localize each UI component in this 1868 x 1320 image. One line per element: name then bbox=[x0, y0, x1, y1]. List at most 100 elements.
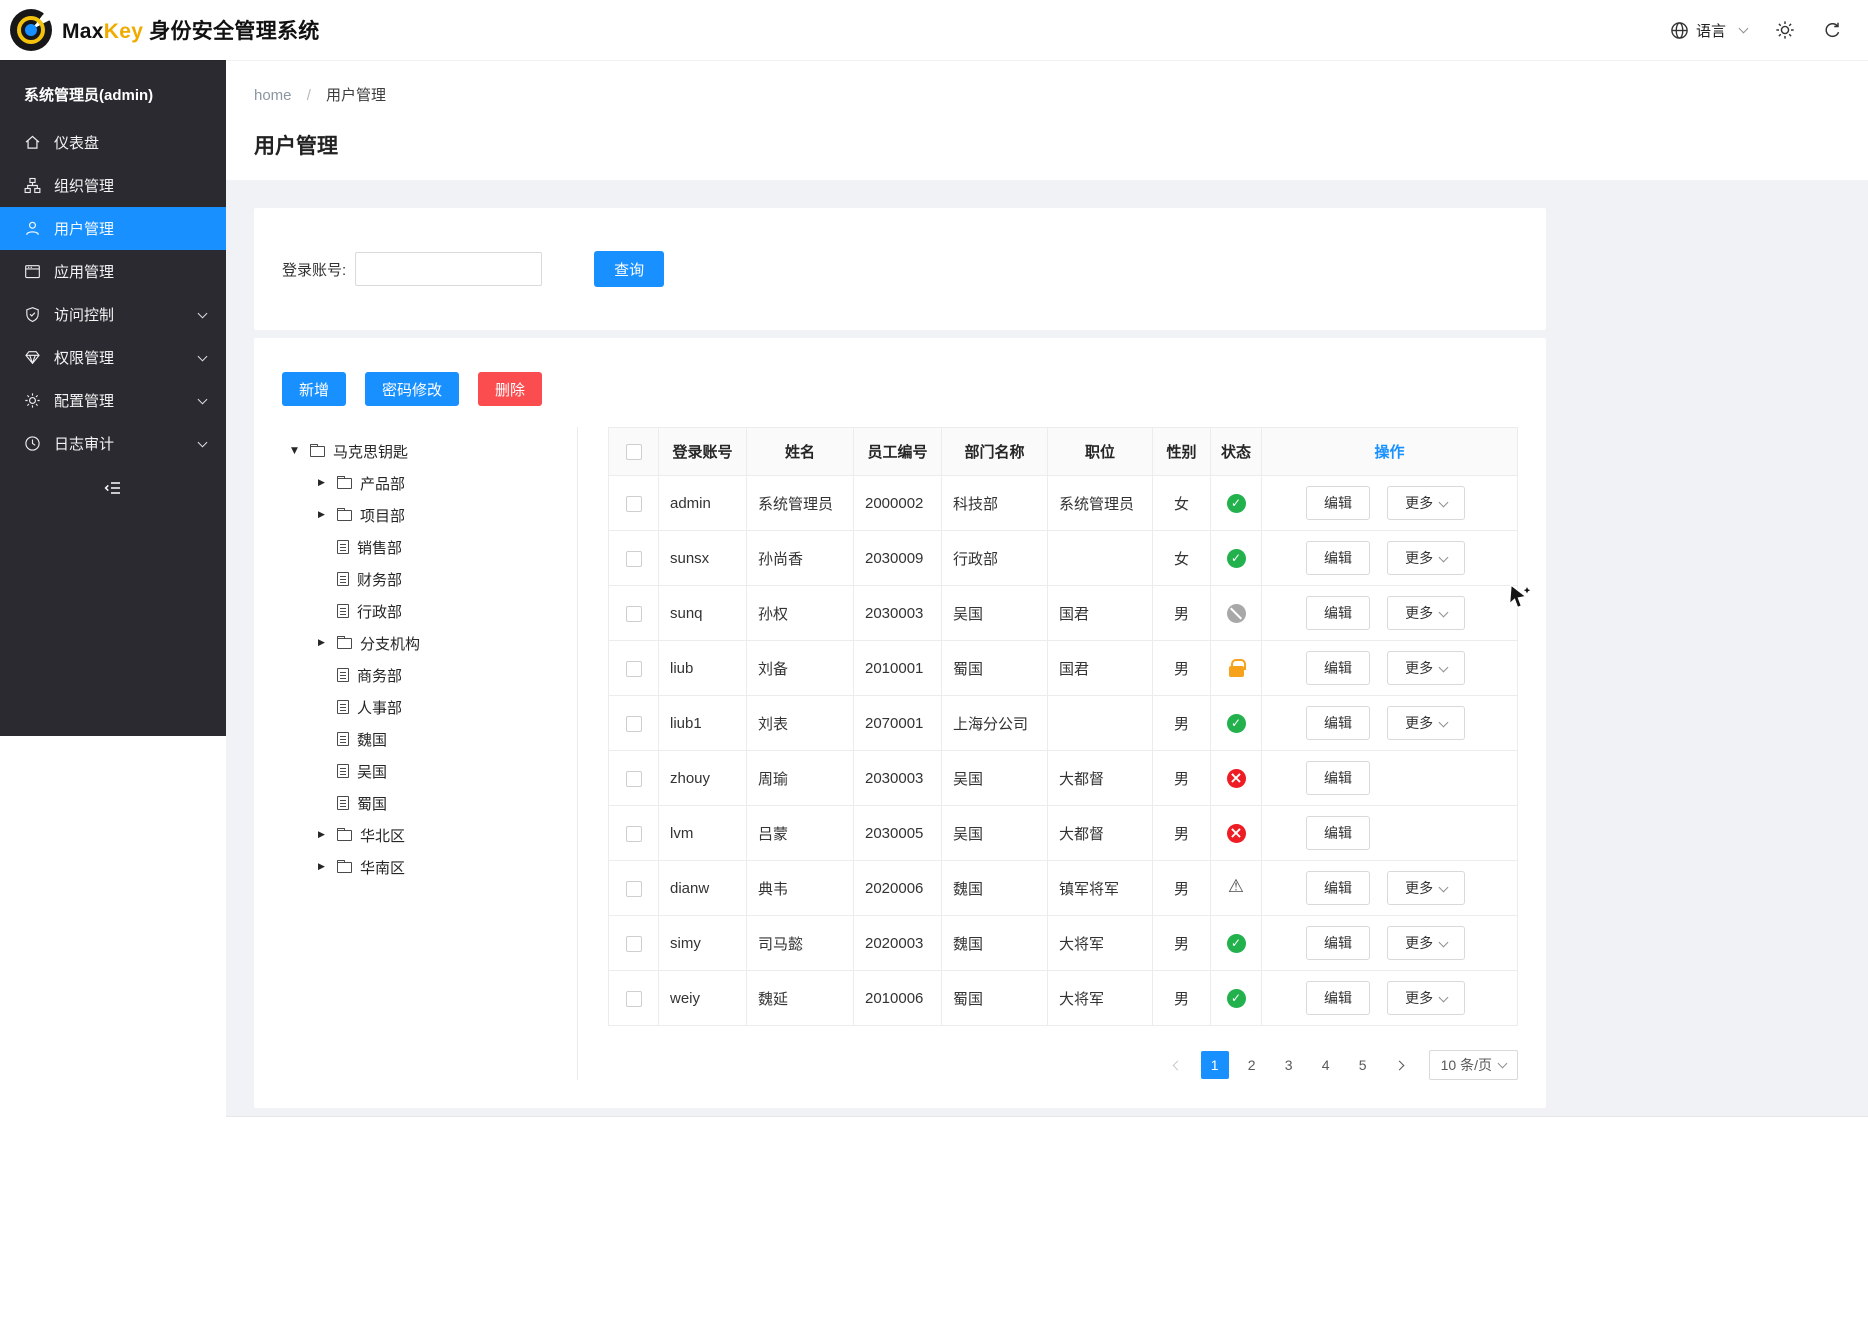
edit-button[interactable]: 编辑 bbox=[1306, 981, 1370, 1015]
edit-button[interactable]: 编辑 bbox=[1306, 706, 1370, 740]
cell-department: 吴国 bbox=[942, 586, 1048, 641]
cell-gender: 男 bbox=[1153, 751, 1211, 806]
edit-button[interactable]: 编辑 bbox=[1306, 596, 1370, 630]
sidebar-item-applications[interactable]: 应用管理 bbox=[0, 250, 226, 293]
select-all-checkbox[interactable] bbox=[626, 444, 642, 460]
settings-gear-icon[interactable] bbox=[1775, 20, 1795, 40]
tree-node[interactable]: 商务部 bbox=[254, 659, 577, 691]
col-header-department: 部门名称 bbox=[942, 428, 1048, 476]
tree-node[interactable]: 产品部 bbox=[254, 467, 577, 499]
cell-employee-id: 2000002 bbox=[854, 476, 942, 531]
edit-button[interactable]: 编辑 bbox=[1306, 816, 1370, 850]
tree-node[interactable]: 华北区 bbox=[254, 819, 577, 851]
edit-button[interactable]: 编辑 bbox=[1306, 761, 1370, 795]
cell-employee-id: 2030003 bbox=[854, 751, 942, 806]
row-checkbox[interactable] bbox=[626, 936, 642, 952]
edit-button[interactable]: 编辑 bbox=[1306, 926, 1370, 960]
more-button[interactable]: 更多 bbox=[1387, 651, 1465, 685]
app-title: MaxKey身份安全管理系统 bbox=[62, 15, 320, 45]
sidebar-item-audit[interactable]: 日志审计 bbox=[0, 422, 226, 465]
more-button[interactable]: 更多 bbox=[1387, 926, 1465, 960]
top-bar-actions: 语言 bbox=[1670, 20, 1842, 41]
cell-gender: 男 bbox=[1153, 696, 1211, 751]
expander-icon[interactable] bbox=[318, 862, 336, 872]
tree-node[interactable]: 财务部 bbox=[254, 563, 577, 595]
row-checkbox[interactable] bbox=[626, 496, 642, 512]
folder-icon bbox=[337, 510, 352, 521]
tree-node-root[interactable]: 马克思钥匙 bbox=[254, 435, 577, 467]
change-password-button[interactable]: 密码修改 bbox=[365, 372, 459, 406]
more-button[interactable]: 更多 bbox=[1387, 596, 1465, 630]
tree-node[interactable]: 蜀国 bbox=[254, 787, 577, 819]
add-button[interactable]: 新增 bbox=[282, 372, 346, 406]
sidebar-item-configuration[interactable]: 配置管理 bbox=[0, 379, 226, 422]
expander-icon[interactable] bbox=[291, 446, 309, 456]
row-checkbox[interactable] bbox=[626, 881, 642, 897]
sidebar-item-permissions[interactable]: 权限管理 bbox=[0, 336, 226, 379]
row-checkbox[interactable] bbox=[626, 661, 642, 677]
row-checkbox[interactable] bbox=[626, 991, 642, 1007]
sidebar: 系统管理员(admin) 仪表盘 组织管理 用户管理 应用管理 访问控制 bbox=[0, 60, 226, 736]
cell-department: 蜀国 bbox=[942, 641, 1048, 696]
cell-name: 孙尚香 bbox=[747, 531, 854, 586]
expander-icon[interactable] bbox=[318, 638, 336, 648]
edit-button[interactable]: 编辑 bbox=[1306, 871, 1370, 905]
user-management-panel: 新增 密码修改 删除 马克思钥匙 产品部 项目部 销售部 财务部 行政部 分支机… bbox=[254, 338, 1546, 1108]
page-button-5[interactable]: 5 bbox=[1349, 1051, 1377, 1079]
tree-node[interactable]: 华南区 bbox=[254, 851, 577, 883]
sidebar-item-access-control[interactable]: 访问控制 bbox=[0, 293, 226, 336]
cell-name: 刘备 bbox=[747, 641, 854, 696]
tree-node[interactable]: 人事部 bbox=[254, 691, 577, 723]
refresh-icon[interactable] bbox=[1823, 21, 1842, 40]
expander-icon[interactable] bbox=[318, 830, 336, 840]
chevron-down-icon bbox=[198, 438, 208, 448]
more-button[interactable]: 更多 bbox=[1387, 706, 1465, 740]
language-menu[interactable]: 语言 bbox=[1670, 20, 1747, 41]
cell-department: 蜀国 bbox=[942, 971, 1048, 1026]
row-checkbox[interactable] bbox=[626, 551, 642, 567]
page-button-1[interactable]: 1 bbox=[1201, 1051, 1229, 1079]
tree-node[interactable]: 魏国 bbox=[254, 723, 577, 755]
cell-employee-id: 2030003 bbox=[854, 586, 942, 641]
page-button-3[interactable]: 3 bbox=[1275, 1051, 1303, 1079]
page-button-2[interactable]: 2 bbox=[1238, 1051, 1266, 1079]
breadcrumb-home[interactable]: home bbox=[254, 87, 292, 104]
cell-position: 国君 bbox=[1048, 641, 1153, 696]
more-button[interactable]: 更多 bbox=[1387, 541, 1465, 575]
tree-node[interactable]: 分支机构 bbox=[254, 627, 577, 659]
more-button[interactable]: 更多 bbox=[1387, 486, 1465, 520]
login-account-input[interactable] bbox=[355, 252, 542, 286]
sidebar-item-organization[interactable]: 组织管理 bbox=[0, 164, 226, 207]
row-checkbox[interactable] bbox=[626, 716, 642, 732]
edit-button[interactable]: 编辑 bbox=[1306, 486, 1370, 520]
cell-name: 系统管理员 bbox=[747, 476, 854, 531]
page-button-4[interactable]: 4 bbox=[1312, 1051, 1340, 1079]
file-icon bbox=[337, 764, 349, 778]
cell-name: 魏延 bbox=[747, 971, 854, 1026]
tree-node[interactable]: 项目部 bbox=[254, 499, 577, 531]
expander-icon[interactable] bbox=[318, 510, 336, 520]
row-checkbox[interactable] bbox=[626, 771, 642, 787]
expander-icon[interactable] bbox=[318, 478, 336, 488]
edit-button[interactable]: 编辑 bbox=[1306, 541, 1370, 575]
sidebar-item-users[interactable]: 用户管理 bbox=[0, 207, 226, 250]
col-header-employee-id: 员工编号 bbox=[854, 428, 942, 476]
main-content: home / 用户管理 用户管理 登录账号: 查询 新增 密码修改 删除 马克思… bbox=[226, 60, 1868, 1320]
col-header-account: 登录账号 bbox=[659, 428, 747, 476]
tree-node[interactable]: 行政部 bbox=[254, 595, 577, 627]
more-button[interactable]: 更多 bbox=[1387, 981, 1465, 1015]
row-checkbox[interactable] bbox=[626, 826, 642, 842]
tree-node[interactable]: 吴国 bbox=[254, 755, 577, 787]
page-size-select[interactable]: 10 条/页 bbox=[1429, 1050, 1518, 1080]
row-checkbox[interactable] bbox=[626, 606, 642, 622]
next-page-button[interactable] bbox=[1386, 1051, 1414, 1079]
search-button[interactable]: 查询 bbox=[594, 251, 664, 287]
edit-button[interactable]: 编辑 bbox=[1306, 651, 1370, 685]
prev-page-button[interactable] bbox=[1164, 1051, 1192, 1079]
cell-gender: 女 bbox=[1153, 531, 1211, 586]
menu-collapse-button[interactable] bbox=[0, 467, 226, 513]
more-button[interactable]: 更多 bbox=[1387, 871, 1465, 905]
sidebar-item-dashboard[interactable]: 仪表盘 bbox=[0, 121, 226, 164]
tree-node[interactable]: 销售部 bbox=[254, 531, 577, 563]
delete-button[interactable]: 删除 bbox=[478, 372, 542, 406]
